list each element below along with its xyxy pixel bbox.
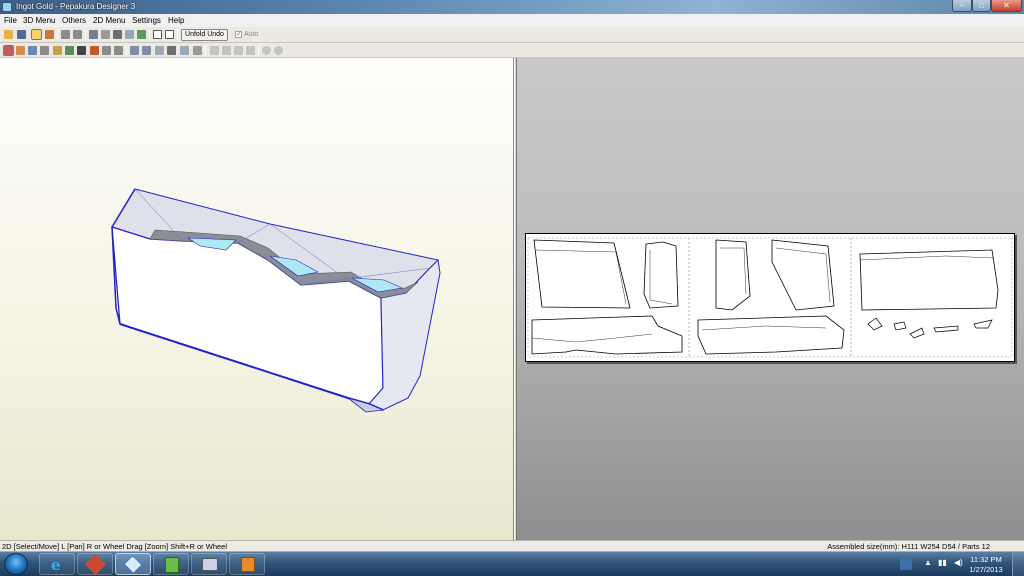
align-icon[interactable] [130, 46, 139, 55]
paper-part[interactable] [531, 315, 683, 355]
paper-part[interactable] [715, 239, 751, 311]
scissors-icon[interactable] [90, 46, 99, 55]
2d-toolbar [0, 43, 1024, 58]
distribute-icon[interactable] [142, 46, 151, 55]
menu-2d[interactable]: 2D Menu [93, 16, 125, 25]
save-disk-icon[interactable] [17, 30, 26, 39]
page-icon[interactable] [155, 46, 164, 55]
paper-icon[interactable] [125, 30, 134, 39]
paper-part[interactable] [893, 321, 907, 331]
window-title: Ingot Gold - Pepakura Designer 3 [16, 2, 136, 11]
menu-3d[interactable]: 3D Menu [23, 16, 55, 25]
ingot-3d-model[interactable] [0, 58, 514, 540]
paper-part[interactable] [771, 239, 835, 311]
clock-time[interactable]: 11:32 PM [966, 555, 1006, 564]
toolbar-separator [177, 29, 178, 40]
unfold-undo-button[interactable]: Unfold Undo [181, 29, 228, 41]
paper-part[interactable] [973, 319, 993, 329]
check-icon[interactable] [137, 30, 146, 39]
rotate-left-icon[interactable] [61, 30, 70, 39]
help-tray-icon[interactable] [900, 558, 912, 570]
move-icon[interactable] [16, 46, 25, 55]
paper-part[interactable] [933, 325, 959, 333]
paper-part[interactable] [867, 317, 883, 331]
tray-expand-icon[interactable]: ▲ [924, 558, 932, 567]
toolbar-separator [126, 45, 127, 56]
check-mark-icon: ✓ [236, 31, 242, 38]
menu-others[interactable]: Others [62, 16, 86, 25]
volume-icon[interactable]: ◀) [954, 558, 963, 567]
print-icon[interactable] [193, 46, 202, 55]
paper-part[interactable] [697, 315, 845, 355]
taskbar: e ▲ ▮▮ ◀) 11:32 PM 1/27/2013 [0, 551, 1024, 576]
texture-cube-icon[interactable] [45, 30, 54, 39]
minimize-button[interactable]: – [952, 0, 972, 12]
pepakura-app-icon[interactable] [2, 2, 12, 12]
toolbar-separator [57, 29, 58, 40]
grid-icon[interactable] [28, 46, 37, 55]
toolbar-separator [258, 45, 259, 56]
flap-icon[interactable] [101, 30, 110, 39]
zoom-out-icon[interactable] [274, 46, 283, 55]
align-center-icon[interactable] [222, 46, 231, 55]
text-icon[interactable] [167, 46, 176, 55]
layout-icon[interactable] [180, 46, 189, 55]
pepakura-viewer-icon[interactable] [77, 553, 113, 576]
menu-file[interactable]: File [4, 16, 17, 25]
internet-explorer-icon[interactable]: e [39, 553, 75, 575]
paper-part[interactable] [643, 241, 679, 309]
flap-edit-icon[interactable] [53, 46, 62, 55]
media-center-icon[interactable] [191, 553, 227, 575]
rotate-part-icon[interactable] [102, 46, 111, 55]
align-left-icon[interactable] [210, 46, 219, 55]
auto-label: Auto [244, 31, 259, 38]
align-top-icon[interactable] [246, 46, 255, 55]
2d-view-panel[interactable] [517, 58, 1024, 540]
network-icon[interactable]: ▮▮ [938, 558, 947, 567]
menu-bar: File 3D Menu Others 2D Menu Settings Hel… [0, 14, 1024, 27]
auto-checkbox[interactable]: ✓ [235, 31, 242, 38]
cut-icon[interactable] [77, 46, 86, 55]
menu-help[interactable]: Help [168, 16, 184, 25]
paper-part[interactable] [909, 327, 925, 339]
status-hint: 2D [Select/Move] L [Pan] R or Wheel Drag… [2, 542, 228, 551]
window-1-icon[interactable] [153, 30, 162, 39]
3d-view-panel[interactable] [0, 58, 514, 540]
join-icon[interactable] [40, 46, 49, 55]
window-2-icon[interactable] [165, 30, 174, 39]
start-button[interactable] [4, 553, 28, 575]
edit-pencil-icon[interactable] [89, 30, 98, 39]
zoom-in-icon[interactable] [262, 46, 271, 55]
status-bar: 2D [Select/Move] L [Pan] R or Wheel Drag… [0, 540, 1024, 551]
toolbar-separator [205, 45, 206, 56]
unfolded-parts[interactable] [526, 234, 1014, 361]
maximize-button[interactable]: □ [972, 0, 991, 12]
undo-icon[interactable] [114, 46, 123, 55]
menu-settings[interactable]: Settings [132, 16, 161, 25]
toolbar-separator [149, 29, 150, 40]
paper-sheet[interactable] [525, 233, 1015, 362]
close-button[interactable]: ✕ [991, 0, 1022, 12]
select-arrow-icon[interactable] [3, 45, 14, 56]
title-bar: Ingot Gold - Pepakura Designer 3 – □ ✕ [0, 0, 1024, 14]
toolbar-separator [85, 29, 86, 40]
main-toolbar: Unfold Undo ✓ Auto [0, 27, 1024, 43]
open-folder-icon[interactable] [4, 30, 13, 39]
align-right-icon[interactable] [234, 46, 243, 55]
rotate-right-icon[interactable] [73, 30, 82, 39]
anchor-icon[interactable] [113, 30, 122, 39]
pepakura-designer-icon[interactable] [115, 553, 151, 575]
status-assembled-size: Assembled size(mm): H111 W254 D54 / Part… [827, 542, 990, 551]
notepad-plus-icon[interactable] [153, 553, 189, 575]
crease-icon[interactable] [65, 46, 74, 55]
clock-date[interactable]: 1/27/2013 [966, 565, 1006, 574]
paint-app-icon[interactable] [229, 553, 265, 575]
show-desktop-button[interactable] [1012, 552, 1024, 576]
view-model-icon[interactable] [31, 29, 42, 40]
